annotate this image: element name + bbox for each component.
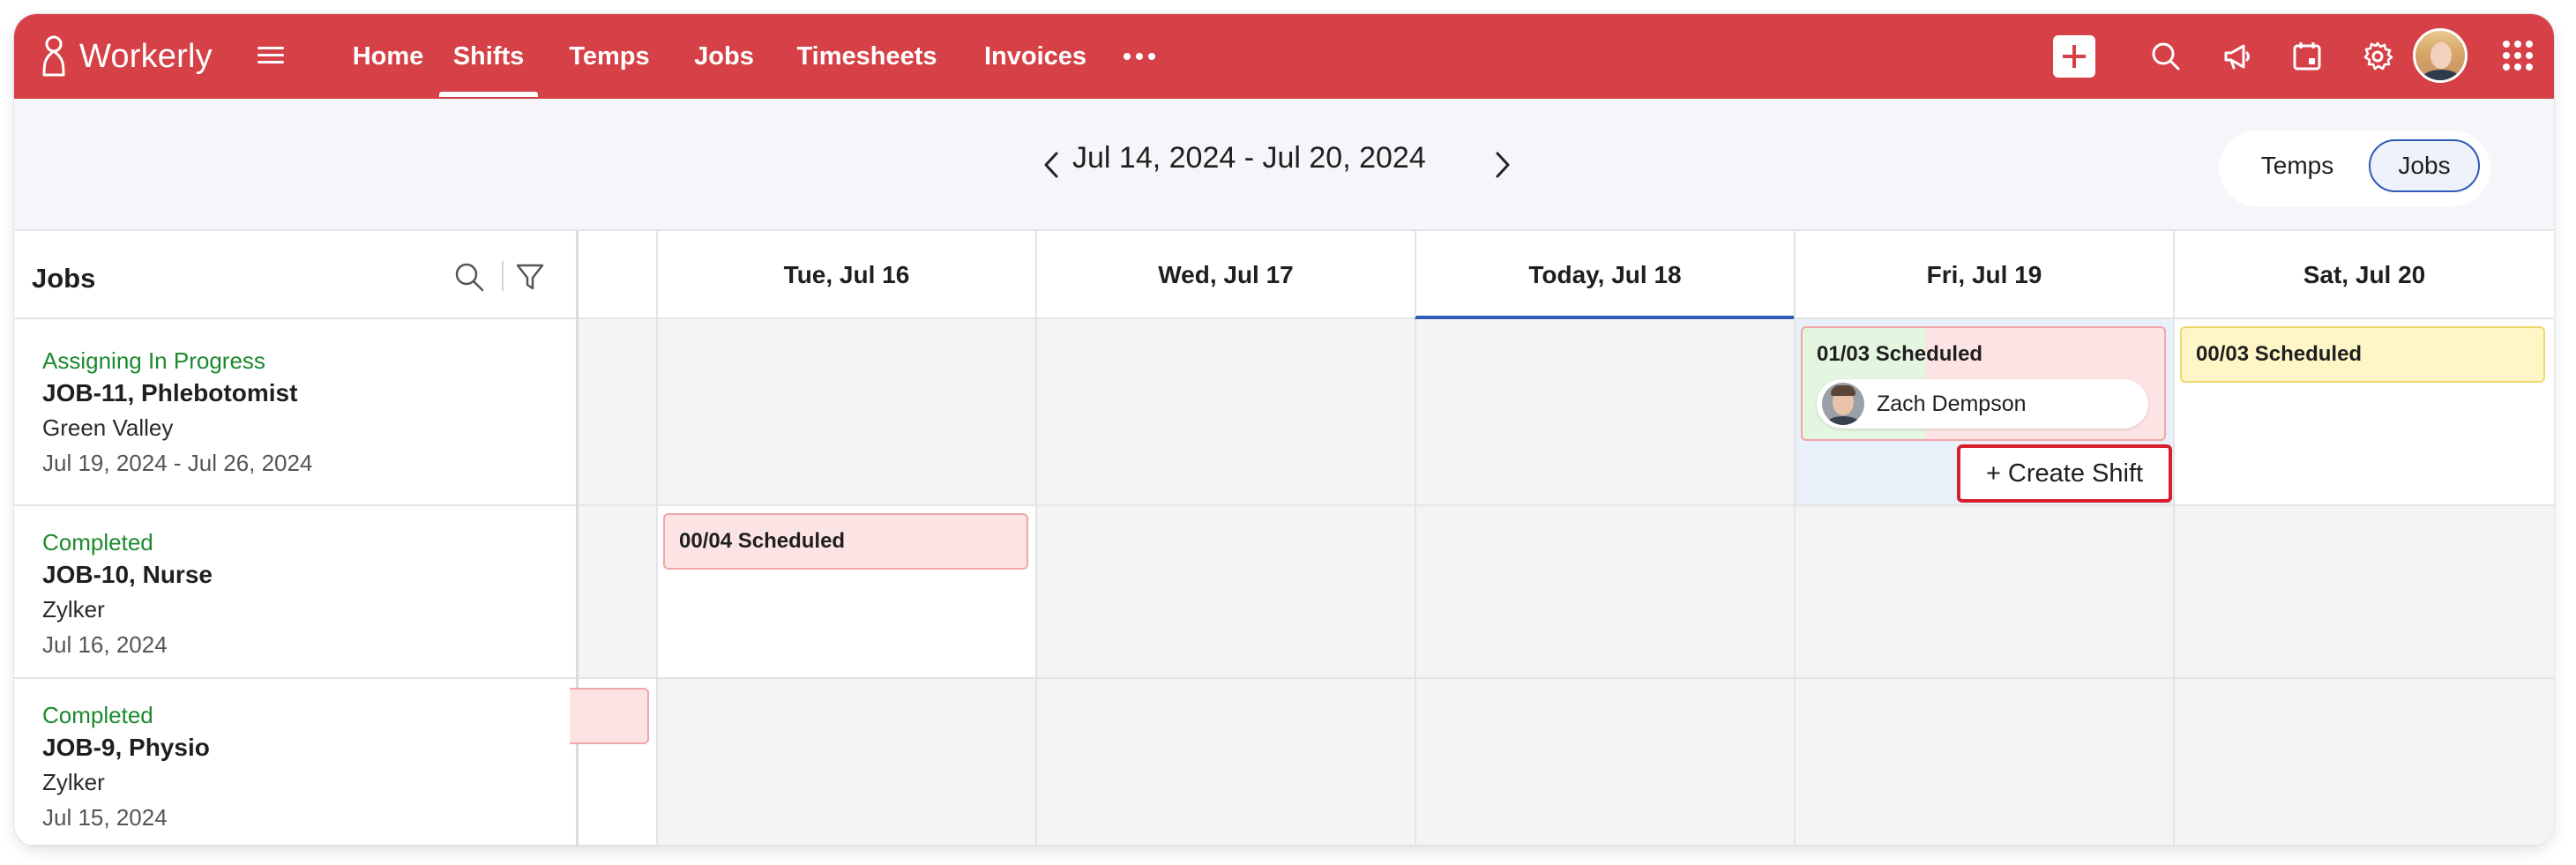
- calendar-cell[interactable]: [1415, 506, 1794, 679]
- app-window: Workerly Home Shifts Temps Jobs Timeshee…: [14, 14, 2554, 846]
- view-toggle: Temps Jobs: [2219, 130, 2490, 206]
- calendar-cell[interactable]: [656, 319, 1035, 506]
- day-header-today: Today, Jul 18: [1415, 231, 1794, 319]
- calendar-cell[interactable]: [656, 679, 1035, 846]
- more-icon[interactable]: [1124, 53, 1155, 60]
- assignee-name: Zach Dempson: [1877, 391, 2027, 416]
- jobs-panel-title: Jobs: [32, 263, 96, 294]
- app-name: Workerly: [79, 37, 213, 75]
- calendar-cell[interactable]: [1415, 679, 1794, 846]
- job-dates: Jul 19, 2024 - Jul 26, 2024: [42, 450, 313, 476]
- date-bar: Jul 14, 2024 - Jul 20, 2024 Temps Jobs: [14, 99, 2554, 231]
- nav-invoices[interactable]: Invoices: [974, 14, 1097, 99]
- job-client: Green Valley: [42, 414, 174, 441]
- filter-icon[interactable]: [515, 261, 545, 293]
- toggle-temps[interactable]: Temps: [2229, 139, 2365, 192]
- top-nav: Workerly Home Shifts Temps Jobs Timeshee…: [14, 14, 2554, 99]
- job-dates: Jul 16, 2024: [42, 631, 168, 658]
- workerly-logo-icon: [42, 35, 65, 77]
- assignee-chip[interactable]: Zach Dempson: [1817, 379, 2148, 429]
- calendar-cell[interactable]: [1794, 679, 2173, 846]
- add-icon[interactable]: [2053, 35, 2095, 78]
- jobs-panel-header: Jobs: [14, 231, 576, 319]
- job-title: JOB-10, Nurse: [42, 561, 213, 588]
- settings-icon[interactable]: [2360, 39, 2395, 74]
- job-client: Zylker: [42, 769, 105, 795]
- nav-home[interactable]: Home: [339, 14, 437, 99]
- shift-card[interactable]: 00/03 Scheduled: [2180, 326, 2545, 383]
- search-icon[interactable]: [453, 261, 485, 293]
- job-status: Completed: [42, 529, 153, 556]
- shift-card-partial[interactable]: [570, 688, 649, 744]
- nav-temps[interactable]: Temps: [561, 14, 658, 99]
- calendar-cell[interactable]: [2173, 506, 2554, 679]
- divider: [502, 261, 504, 291]
- calendar-cell[interactable]: [1035, 506, 1415, 679]
- toggle-jobs[interactable]: Jobs: [2369, 139, 2480, 192]
- calendar-cell[interactable]: [1415, 319, 1794, 506]
- nav-timesheets[interactable]: Timesheets: [783, 14, 951, 99]
- job-title: JOB-9, Physio: [42, 734, 210, 761]
- next-week-icon[interactable]: [1489, 150, 1515, 180]
- assignee-avatar: [1822, 383, 1864, 425]
- nav-jobs[interactable]: Jobs: [684, 14, 764, 99]
- calendar-cell[interactable]: [1794, 506, 2173, 679]
- job-row[interactable]: Completed JOB-9, Physio Zylker Jul 15, 2…: [14, 679, 576, 846]
- shift-card-label: 00/04 Scheduled: [679, 529, 846, 553]
- previous-week-icon[interactable]: [1039, 150, 1065, 180]
- job-status: Assigning In Progress: [42, 347, 265, 374]
- shift-card-label: 00/03 Scheduled: [2196, 342, 2363, 366]
- jobs-panel: Jobs Assigning In Progress JOB-11, Phleb…: [14, 231, 579, 846]
- calendar-cell[interactable]: [1035, 679, 1415, 846]
- job-row[interactable]: Completed JOB-10, Nurse Zylker Jul 16, 2…: [14, 506, 576, 679]
- shift-card[interactable]: 00/04 Scheduled: [663, 513, 1028, 570]
- day-header: Wed, Jul 17: [1035, 231, 1415, 319]
- shift-card-label: 01/03 Scheduled: [1817, 342, 1983, 366]
- create-shift-button[interactable]: + Create Shift: [1957, 444, 2172, 503]
- day-header: Sat, Jul 20: [2173, 231, 2554, 319]
- day-header: Fri, Jul 19: [1794, 231, 2173, 319]
- announcement-icon[interactable]: [2219, 39, 2254, 74]
- search-icon[interactable]: [2148, 39, 2184, 74]
- apps-icon[interactable]: [2503, 41, 2533, 71]
- nav-shifts[interactable]: Shifts: [439, 14, 538, 99]
- menu-icon[interactable]: [258, 42, 284, 69]
- calendar-cell[interactable]: [579, 319, 656, 506]
- calendar-cell[interactable]: [579, 506, 656, 679]
- user-avatar[interactable]: [2413, 28, 2468, 83]
- shift-card[interactable]: 01/03 Scheduled Zach Dempson: [1801, 326, 2166, 441]
- job-status: Completed: [42, 702, 153, 728]
- day-header-partial: [579, 231, 656, 319]
- calendar-grid: Tue, Jul 16 Wed, Jul 17 Today, Jul 18 Fr…: [570, 231, 2554, 846]
- job-dates: Jul 15, 2024: [42, 804, 168, 831]
- job-title: JOB-11, Phlebotomist: [42, 379, 298, 406]
- job-client: Zylker: [42, 596, 105, 623]
- calendar-cell[interactable]: [1035, 319, 1415, 506]
- logo[interactable]: Workerly: [39, 34, 213, 79]
- job-row[interactable]: Assigning In Progress JOB-11, Phlebotomi…: [14, 319, 576, 506]
- calendar-cell[interactable]: [2173, 679, 2554, 846]
- calendar-icon[interactable]: [2289, 39, 2325, 74]
- day-header: Tue, Jul 16: [656, 231, 1035, 319]
- date-range-label: Jul 14, 2024 - Jul 20, 2024: [1072, 141, 1426, 175]
